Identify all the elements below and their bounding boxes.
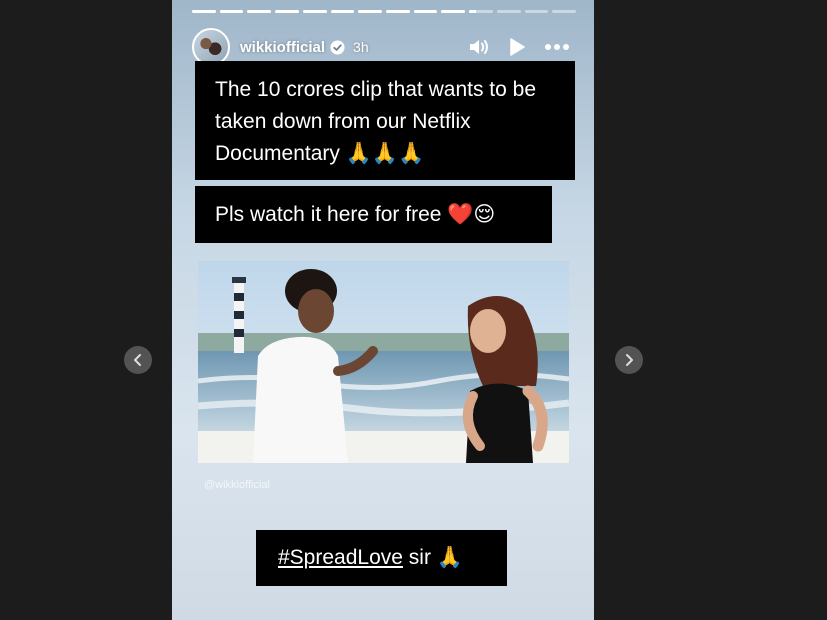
progress-segment xyxy=(524,10,549,13)
previous-story-button[interactable] xyxy=(124,346,152,374)
progress-segment xyxy=(358,10,383,13)
progress-segment-fill xyxy=(386,10,410,13)
progress-segment-fill xyxy=(358,10,383,13)
caption-suffix: sir 🙏 xyxy=(402,546,463,569)
story-viewer[interactable]: wikkiofficial 3h The 10 crores clip that… xyxy=(172,0,594,620)
progress-segment xyxy=(330,10,355,13)
progress-segment xyxy=(469,10,493,13)
progress-segment xyxy=(302,10,327,13)
story-progress-bar xyxy=(192,10,577,13)
progress-segment-fill xyxy=(413,10,438,13)
progress-segment-fill xyxy=(302,10,327,13)
video-still-image xyxy=(198,261,569,463)
caption-text-2: Pls watch it here for free ❤️😌 xyxy=(195,186,552,243)
progress-segment-fill xyxy=(219,10,244,13)
progress-segment-fill xyxy=(247,10,272,13)
story-controls xyxy=(468,37,570,57)
next-story-button[interactable] xyxy=(615,346,643,374)
more-options-icon[interactable] xyxy=(544,43,570,51)
progress-segment-fill xyxy=(330,10,355,13)
progress-segment xyxy=(413,10,438,13)
progress-segment-fill xyxy=(192,10,216,13)
chevron-right-icon xyxy=(626,354,633,366)
progress-segment xyxy=(219,10,244,13)
hashtag-link[interactable]: #SpreadLove xyxy=(278,546,403,569)
play-icon[interactable] xyxy=(508,37,526,57)
progress-segment xyxy=(386,10,410,13)
progress-segment xyxy=(441,10,466,13)
username[interactable]: wikkiofficial xyxy=(240,39,325,56)
progress-segment-fill xyxy=(275,10,299,13)
post-time: 3h xyxy=(353,39,369,55)
progress-segment xyxy=(552,10,577,13)
progress-segment xyxy=(192,10,216,13)
volume-icon[interactable] xyxy=(468,37,490,57)
verified-badge-icon xyxy=(330,39,345,55)
progress-segment xyxy=(247,10,272,13)
progress-segment-fill xyxy=(441,10,466,13)
progress-segment xyxy=(275,10,299,13)
caption-text-1: The 10 crores clip that wants to be take… xyxy=(195,61,575,180)
progress-segment-fill xyxy=(469,10,477,13)
watermark-text: @wikkiofficial xyxy=(204,479,270,491)
caption-text-3: #SpreadLove sir 🙏 xyxy=(256,530,507,586)
chevron-left-icon xyxy=(134,354,141,366)
progress-segment xyxy=(496,10,521,13)
